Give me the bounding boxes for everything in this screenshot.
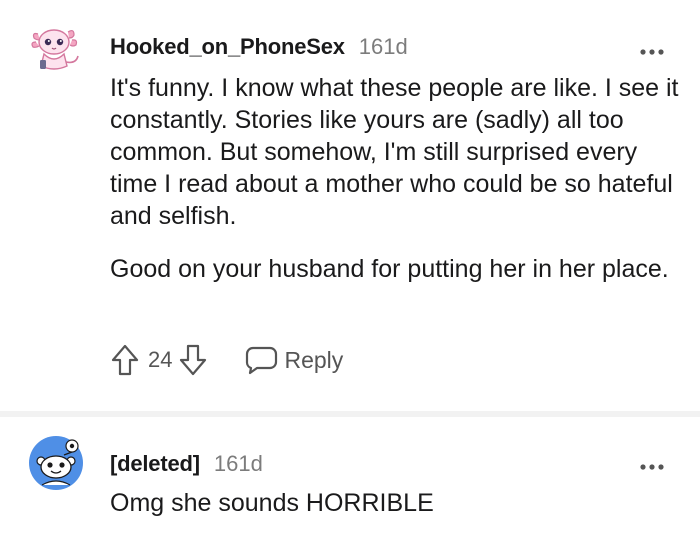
- more-options-icon[interactable]: [640, 458, 664, 470]
- axolotl-avatar-icon[interactable]: [28, 20, 84, 76]
- downvote-arrow-icon[interactable]: [178, 343, 208, 377]
- vote-score: 24: [148, 347, 173, 372]
- comment: [deleted] 161d Omg she sounds HORRIBLE: [0, 420, 700, 538]
- comment-age: 161d: [213, 451, 263, 476]
- comment-paragraph: Omg she sounds HORRIBLE: [110, 489, 434, 517]
- reply-label: Reply: [284, 346, 344, 373]
- reply-button[interactable]: Reply: [244, 345, 343, 375]
- comment-meta: Hooked_on_PhoneSex 161d: [110, 34, 408, 60]
- comment-meta: [deleted] 161d: [110, 451, 263, 477]
- comment-actions: 24 Reply: [110, 342, 343, 378]
- snoo-avatar-icon[interactable]: [28, 435, 84, 491]
- comment: Hooked_on_PhoneSex 161d It's funny. I kn…: [0, 0, 700, 410]
- comment-paragraph: It's funny. I know what these people are…: [110, 74, 679, 230]
- more-options-icon[interactable]: [640, 43, 664, 55]
- comment-age: 161d: [358, 34, 408, 59]
- comment-paragraph: Good on your husband for putting her in …: [110, 255, 669, 283]
- username[interactable]: [deleted]: [110, 451, 200, 477]
- comment-divider: [0, 411, 700, 417]
- username[interactable]: Hooked_on_PhoneSex: [110, 34, 345, 60]
- speech-bubble-icon: [244, 345, 278, 375]
- upvote-arrow-icon[interactable]: [110, 343, 140, 377]
